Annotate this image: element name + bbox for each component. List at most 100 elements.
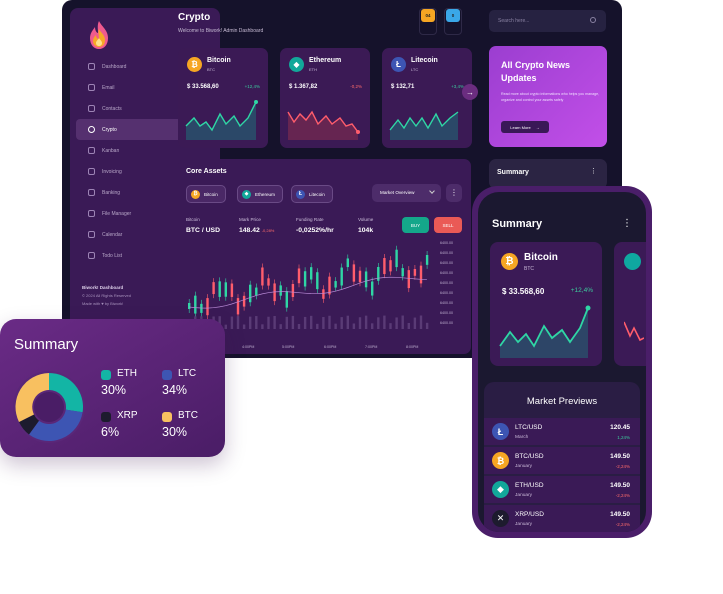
volume-bar	[328, 315, 331, 329]
phone-screen: Summary ⋮ ₿ Bitcoin BTC $ 33.568,60 +12,…	[478, 192, 646, 532]
y-tick: 6400.00	[440, 261, 453, 265]
ethereum-icon: ◆	[242, 189, 251, 199]
allocation-donut-chart	[13, 371, 85, 443]
stat-value: -0,0252%/hr	[296, 227, 334, 234]
sidebar-item-label: Invoicing	[102, 168, 122, 175]
candle-body	[322, 289, 325, 299]
pill-bitcoin[interactable]: ₿ Bitcoin	[186, 185, 226, 203]
coin-name: Litecoin	[411, 57, 438, 64]
candle-body	[242, 295, 246, 307]
volume-bar	[261, 324, 264, 329]
learn-more-button[interactable]: Learn More →	[501, 121, 549, 133]
buy-button[interactable]: BUY	[402, 217, 429, 233]
search-input[interactable]: Search here...	[489, 10, 606, 32]
candle-body	[267, 278, 270, 286]
x-tick: 7:00PM	[365, 345, 378, 349]
market-pair: BTC/USD	[515, 453, 544, 460]
coin-card-ethereum[interactable]: ◆ Ethereum ETH $ 1.367,82 -0,2%	[280, 48, 370, 148]
phone-coin-card-partial[interactable]	[614, 242, 646, 366]
coin-symbol: LTC	[411, 67, 419, 72]
volume-bar	[230, 316, 234, 329]
market-month: January	[515, 522, 533, 527]
legend-swatch-eth	[101, 370, 111, 380]
volume-bar	[267, 316, 270, 329]
volume-bar	[224, 324, 227, 329]
pill-litecoin[interactable]: Ł Litecoin	[291, 185, 333, 203]
pill-ethereum[interactable]: ◆ Ethereum	[237, 185, 283, 203]
candle-body	[236, 298, 240, 315]
litecoin-icon: Ł	[391, 57, 406, 72]
news-card: All Crypto News Updates Read more about …	[489, 46, 607, 147]
bitcoin-sparkline	[185, 100, 258, 140]
volume-bar	[242, 324, 246, 329]
page-title: Crypto	[178, 12, 211, 23]
candle-body	[340, 267, 343, 286]
invoice-icon	[88, 168, 95, 175]
volume-bar	[383, 315, 386, 329]
y-tick: 6400.00	[440, 291, 453, 295]
bitcoin-icon: ₿	[501, 253, 518, 270]
kebab-icon[interactable]: ⋮	[590, 167, 597, 175]
footer-brand: Biwork! Dashboard	[82, 285, 124, 290]
market-row[interactable]: ₿ BTC/USD January 149.50 -2,24%	[484, 447, 640, 475]
ethereum-sparkline	[287, 110, 360, 140]
sidebar-item-label: Kanban	[102, 147, 120, 154]
phone-coin-card[interactable]: ₿ Bitcoin BTC $ 33.568,60 +12,4%	[490, 242, 602, 366]
coin-price: $ 33.568,60	[502, 287, 545, 296]
volume-bar	[395, 317, 398, 329]
y-tick: 6400.00	[440, 271, 453, 275]
coin-change: +12,4%	[570, 287, 593, 294]
coin-card-bitcoin[interactable]: ₿ Bitcoin BTC $ 33.568,60 +12,4%	[178, 48, 268, 148]
market-change: -2,24%	[615, 522, 630, 527]
candle-body	[358, 270, 362, 283]
market-month: March	[515, 435, 529, 440]
candle-body	[200, 303, 203, 313]
sidebar-item-label: Todo List	[102, 252, 123, 259]
legend-name: BTC	[178, 410, 198, 421]
y-tick: 6400.00	[440, 321, 453, 325]
coin-change: +12,4%	[244, 84, 260, 89]
market-overview-select[interactable]: Market Overview	[372, 184, 441, 202]
coin-price: $ 33.568,60	[187, 84, 219, 90]
volume-bar	[255, 316, 258, 329]
candle-body	[279, 285, 282, 296]
phone-ethereum-sparkline	[624, 321, 644, 342]
sell-button[interactable]: SELL	[434, 217, 462, 233]
market-pair: LTC/USD	[515, 424, 543, 431]
arrow-right-icon: →	[535, 124, 540, 130]
candle-body	[413, 268, 417, 276]
pill-label: Ethereum	[255, 191, 275, 197]
core-assets-title: Core Assets	[186, 168, 227, 175]
coin-symbol: BTC	[207, 67, 215, 72]
select-value: Market Overview	[380, 190, 415, 195]
legend-name: XRP	[117, 410, 138, 421]
more-options-button[interactable]: ⋮	[446, 184, 462, 202]
sidebar-item-label: Crypto	[102, 126, 117, 133]
candle-body	[407, 270, 410, 289]
xrp-icon: ✕	[492, 510, 509, 527]
market-row[interactable]: Ł LTC/USD March 120.45 1,24%	[484, 418, 640, 446]
market-row[interactable]: ✕ XRP/USD January 149.50 -2,24%	[484, 505, 640, 532]
market-previews-panel: Market Previews Ł LTC/USD March 120.45 1…	[484, 382, 640, 532]
volume-bar	[303, 316, 307, 329]
volume-bar	[291, 315, 295, 329]
market-row[interactable]: ◆ ETH/USD January 149.50 -2,24%	[484, 476, 640, 504]
message-icon[interactable]: 0	[446, 9, 460, 22]
next-arrow-button[interactable]: →	[462, 84, 478, 100]
candle-body	[224, 282, 227, 297]
coin-card-litecoin[interactable]: Ł Litecoin LTC $ 132,71 +3,4%	[382, 48, 472, 148]
stat-label: Volume	[358, 217, 374, 222]
volume-bar	[310, 315, 313, 329]
volume-bar	[377, 317, 380, 329]
legend-value: 6%	[101, 425, 120, 439]
coin-price: $ 1.367,82	[289, 84, 318, 90]
ethereum-icon: ◆	[492, 481, 509, 498]
bell-icon[interactable]: 04	[421, 9, 435, 22]
summary-card: Summary ETH 30% LTC 34% XRP 6% BTC 30%	[0, 319, 225, 457]
sidebar-item-label: Email	[102, 84, 115, 91]
bitcoin-icon: ₿	[191, 189, 200, 199]
kebab-icon[interactable]: ⋮	[622, 218, 632, 229]
volume-bar	[273, 315, 276, 329]
candle-body	[230, 283, 234, 297]
bank-icon	[88, 189, 95, 196]
